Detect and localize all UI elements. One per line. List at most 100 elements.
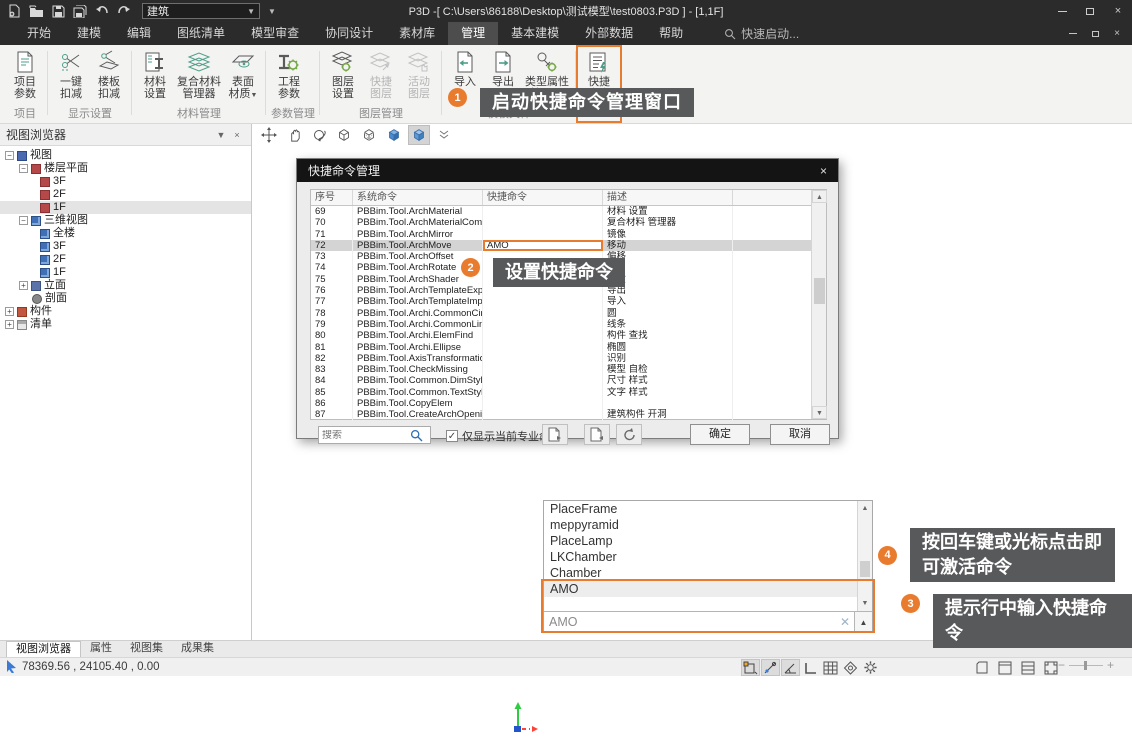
ribbon-tab[interactable]: 素材库 <box>386 22 448 45</box>
table-row[interactable]: 69 PBBim.Tool.ArchMaterial 材料 设置 <box>311 206 813 217</box>
restore-button[interactable] <box>1076 0 1104 22</box>
open-file-button[interactable] <box>28 3 44 19</box>
search-input[interactable] <box>322 430 410 441</box>
checkbox-checked-icon[interactable]: ✓ <box>446 430 458 442</box>
new-file-button[interactable] <box>6 3 22 19</box>
tree-item-plan-3f[interactable]: 3F <box>0 175 251 188</box>
table-row[interactable]: 85 PBBim.Tool.Common.TextStyle... 文字 样式 <box>311 387 813 398</box>
ribbon-tab[interactable]: 外部数据 <box>572 22 646 45</box>
table-row[interactable]: 80 PBBim.Tool.Archi.ElemFind 构件 查找 <box>311 330 813 341</box>
engineering-params-button[interactable]: 工程 参数 <box>271 47 307 101</box>
import-button[interactable]: 导入 <box>447 47 483 89</box>
tree-item-3d-whole[interactable]: 全楼 <box>0 227 251 240</box>
material-settings-button[interactable]: 材料 设置 <box>137 47 173 101</box>
single-window-icon[interactable] <box>995 659 1014 676</box>
pan-icon[interactable] <box>258 125 280 145</box>
tree-item-floorplans[interactable]: −楼层平面 <box>0 162 251 175</box>
scroll-down-icon[interactable]: ▼ <box>858 597 872 610</box>
hidden-line-cube-icon[interactable] <box>358 125 380 145</box>
command-list-scrollbar[interactable]: ▲ ▼ <box>857 501 872 611</box>
expand-history-icon[interactable]: ▲ <box>854 612 872 632</box>
command-history-item[interactable]: PlaceFrame <box>544 501 857 517</box>
command-history-item[interactable]: LKChamber <box>544 549 857 565</box>
tree-item-3d-1f[interactable]: 1F <box>0 266 251 279</box>
toolbar-customize-icon[interactable]: ▼ <box>268 7 276 16</box>
collapse-icon[interactable]: − <box>19 164 28 173</box>
zoom-slider[interactable] <box>1069 665 1103 666</box>
dialog-titlebar[interactable]: 快捷命令管理 × <box>297 159 838 182</box>
panel-tab[interactable]: 视图集 <box>121 641 172 657</box>
scroll-down-icon[interactable]: ▼ <box>812 406 827 419</box>
table-row[interactable]: 84 PBBim.Tool.Common.DimStyle... 尺寸 样式 <box>311 375 813 386</box>
settings-gear-icon[interactable] <box>861 659 880 676</box>
clear-input-icon[interactable]: ✕ <box>836 615 854 629</box>
save-all-button[interactable] <box>72 3 88 19</box>
wireframe-cube-icon[interactable] <box>333 125 355 145</box>
tree-item-views[interactable]: −视图 <box>0 149 251 162</box>
surface-material-button[interactable]: 表面 材质▼ <box>225 47 261 103</box>
zoom-in-button[interactable]: + <box>1107 659 1114 671</box>
expand-icon[interactable]: + <box>19 281 28 290</box>
scrollbar-thumb[interactable] <box>860 561 870 577</box>
ribbon-tab[interactable]: 模型审查 <box>238 22 312 45</box>
scroll-up-icon[interactable]: ▲ <box>858 502 872 515</box>
minimize-button[interactable] <box>1048 0 1076 22</box>
ribbon-tab[interactable]: 帮助 <box>646 22 696 45</box>
table-row[interactable]: 82 PBBim.Tool.AxisTransformation 识别 <box>311 353 813 364</box>
column-header-description[interactable]: 描述 <box>603 190 733 205</box>
slab-deduct-button[interactable]: 楼板 扣减 <box>91 47 127 101</box>
panel-tab[interactable]: 视图浏览器 <box>6 641 81 657</box>
table-row[interactable]: 79 PBBim.Tool.Archi.CommonLine 线条 <box>311 319 813 330</box>
ribbon-tab[interactable]: 图纸清单 <box>164 22 238 45</box>
tree-item-components[interactable]: +构件 <box>0 305 251 318</box>
orbit-icon[interactable] <box>308 125 330 145</box>
close-icon[interactable]: × <box>820 164 827 178</box>
composite-material-manager-button[interactable]: 复合材料 管理器 <box>175 47 223 101</box>
table-row[interactable]: 77 PBBim.Tool.ArchTemplateImport 导入 <box>311 296 813 307</box>
panel-tab[interactable]: 成果集 <box>172 641 223 657</box>
command-history-item[interactable]: meppyramid <box>544 517 857 533</box>
close-button[interactable]: × <box>1104 0 1132 22</box>
collapse-icon[interactable]: − <box>5 151 14 160</box>
realistic-cube-icon[interactable] <box>408 125 430 145</box>
column-header-command[interactable]: 系统命令 <box>353 190 483 205</box>
table-scrollbar[interactable]: ▲ ▼ <box>811 190 826 419</box>
grid-icon[interactable] <box>821 659 840 676</box>
ribbon-tab[interactable]: 基本建模 <box>498 22 572 45</box>
angle-snap-icon[interactable] <box>781 659 800 676</box>
table-row[interactable]: 86 PBBim.Tool.CopyElem <box>311 398 813 409</box>
table-row[interactable]: 78 PBBim.Tool.Archi.CommonCircle 圆 <box>311 308 813 319</box>
ribbon-tab[interactable]: 管理 <box>448 22 498 45</box>
one-key-deduct-button[interactable]: 一键 扣减 <box>53 47 89 101</box>
undo-button[interactable] <box>94 3 110 19</box>
panel-menu-icon[interactable]: ▼ <box>213 130 229 140</box>
object-snap-icon[interactable] <box>741 659 760 676</box>
panel-tab[interactable]: 属性 <box>81 641 121 657</box>
save-button[interactable] <box>50 3 66 19</box>
table-row[interactable]: 87 PBBim.Tool.CreateArchOpening... 建筑构件 … <box>311 409 813 420</box>
new-view-icon[interactable] <box>972 659 991 676</box>
table-row[interactable]: 70 PBBim.Tool.ArchMaterialCombo 复合材料 管理器 <box>311 217 813 228</box>
collapse-icon[interactable]: − <box>19 216 28 225</box>
shaded-cube-icon[interactable] <box>383 125 405 145</box>
doc-close-button[interactable]: × <box>1106 25 1128 43</box>
panel-close-icon[interactable]: × <box>229 130 245 140</box>
tree-item-3d-3f[interactable]: 3F <box>0 240 251 253</box>
project-params-button[interactable]: 项目 参数 <box>7 47 43 101</box>
scroll-up-icon[interactable]: ▲ <box>812 190 827 203</box>
export-button[interactable]: 导出 <box>485 47 521 89</box>
scrollbar-thumb[interactable] <box>814 278 825 304</box>
ribbon-tab[interactable]: 建模 <box>64 22 114 45</box>
cancel-button[interactable]: 取消 <box>770 424 830 445</box>
more-tools-icon[interactable] <box>433 125 455 145</box>
command-history-item[interactable]: Chamber <box>544 565 857 581</box>
quick-launch[interactable]: 快速启动... <box>724 25 799 42</box>
export-config-button[interactable] <box>542 424 568 445</box>
tree-item-elevation[interactable]: +立面 <box>0 279 251 292</box>
ortho-icon[interactable] <box>801 659 820 676</box>
stacked-windows-icon[interactable] <box>1018 659 1037 676</box>
viewcube-icon[interactable] <box>841 659 860 676</box>
zoom-slider-handle[interactable] <box>1084 661 1087 670</box>
layer-settings-button[interactable]: 图层 设置 <box>325 47 361 101</box>
table-row[interactable]: 83 PBBim.Tool.CheckMissing 模型 自检 <box>311 364 813 375</box>
